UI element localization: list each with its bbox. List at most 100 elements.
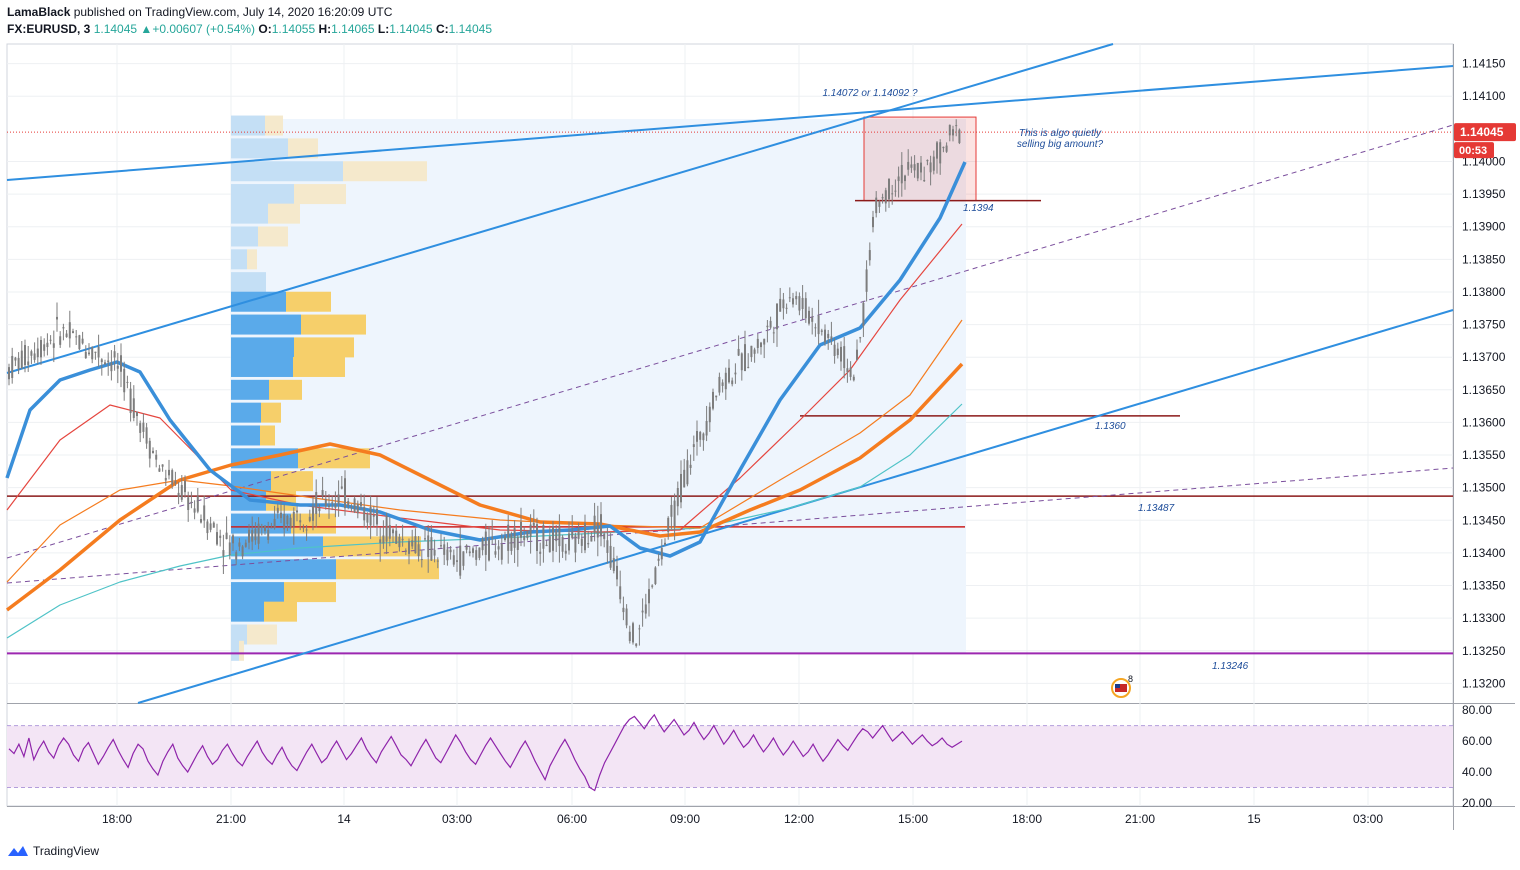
candle-body — [849, 367, 852, 377]
candle-body — [817, 315, 820, 335]
candle-body — [411, 540, 414, 547]
candle-body — [248, 529, 250, 543]
candle-body — [299, 520, 302, 523]
volume-profile-bar-sell — [269, 379, 302, 400]
candle-body — [110, 362, 113, 372]
candle-body — [910, 164, 913, 168]
label-1.13487: 1.13487 — [1138, 503, 1175, 514]
tradingview-brand[interactable]: TradingView — [7, 844, 99, 858]
candle-body — [472, 548, 474, 553]
candle-body — [171, 470, 174, 485]
volume-profile-bar-buy — [231, 582, 284, 603]
candle-body — [561, 536, 564, 552]
candle-body — [756, 338, 759, 348]
price-tick: 1.14150 — [1462, 57, 1506, 71]
candle-body — [510, 533, 513, 551]
candle-body — [939, 142, 942, 164]
candle-body — [948, 124, 951, 136]
candle-body — [100, 359, 103, 363]
candle-body — [273, 518, 276, 529]
price-tick: 1.13250 — [1462, 644, 1506, 658]
rsi-tick: 40.00 — [1462, 765, 1492, 779]
candle-body — [24, 345, 26, 366]
candle-body — [654, 567, 657, 585]
candle-body — [779, 298, 782, 312]
candle-body — [808, 310, 810, 324]
candle-body — [340, 486, 343, 489]
candle-body — [868, 250, 871, 261]
candle-body — [430, 537, 433, 561]
annotation-algo-line1: This is algo quietly — [1019, 128, 1102, 139]
candle-body — [235, 552, 238, 560]
candle-body — [718, 376, 721, 393]
candle-body — [491, 536, 494, 539]
candle-body — [516, 536, 519, 550]
volume-profile-bar-sell — [261, 402, 281, 423]
candle-body — [520, 521, 522, 538]
time-tick: 14 — [337, 812, 351, 826]
candle-body — [289, 517, 292, 529]
candle-body — [254, 528, 257, 541]
candle-body — [449, 549, 452, 553]
candle-body — [129, 388, 132, 414]
price-tick: 1.13950 — [1462, 187, 1506, 201]
candle-body — [942, 146, 945, 149]
candle-body — [196, 496, 199, 512]
candle-body — [462, 551, 465, 566]
candle-body — [276, 507, 279, 513]
candle-body — [414, 536, 417, 554]
volume-profile-bar-buy — [231, 249, 247, 270]
candle-body — [737, 348, 740, 356]
candle-body — [833, 344, 836, 356]
candle-body — [84, 351, 87, 359]
candle-body — [536, 524, 538, 552]
candle-body — [497, 546, 500, 550]
candle-body — [513, 528, 516, 548]
candle-body — [558, 525, 561, 547]
candle-body — [830, 336, 833, 340]
event-count: 8 — [1128, 674, 1133, 684]
volume-profile-bar-sell — [258, 226, 288, 247]
candle-body — [398, 536, 401, 548]
rsi-tick: 60.00 — [1462, 734, 1492, 748]
candle-body — [337, 494, 340, 504]
time-tick: 15 — [1247, 812, 1261, 826]
candle-body — [795, 296, 798, 300]
candle-body — [913, 164, 916, 171]
candle-body — [782, 299, 785, 309]
candle-body — [715, 395, 718, 398]
candle-body — [865, 269, 868, 292]
candle-body — [267, 529, 270, 540]
volume-profile-bar-sell — [343, 161, 427, 182]
volume-profile-bar-sell — [293, 356, 345, 377]
candle-body — [539, 551, 542, 554]
candle-body — [638, 628, 641, 630]
candle-body — [270, 527, 273, 529]
candle-body — [897, 176, 900, 182]
price-tick: 1.14100 — [1462, 89, 1506, 103]
candle-body — [152, 450, 154, 454]
candle-body — [952, 129, 954, 136]
candle-body — [65, 333, 68, 338]
candle-body — [408, 540, 410, 554]
candle-body — [696, 430, 698, 442]
candle-body — [436, 560, 439, 562]
volume-profile-bar-sell — [247, 249, 257, 270]
candle-body — [529, 524, 532, 537]
candle-body — [456, 560, 458, 562]
candle-body — [587, 543, 590, 545]
candle-body — [344, 478, 346, 509]
candle-body — [609, 545, 612, 568]
price-tick: 1.13200 — [1462, 676, 1506, 690]
candle-body — [305, 529, 308, 531]
candle-body — [36, 348, 39, 358]
price-chart[interactable]: 18:00 21:00 14 03:00 06:00 09:00 12:00 15:00 18:… — [0, 0, 1520, 870]
candle-body — [616, 565, 618, 580]
candle-body — [68, 322, 71, 339]
price-tick: 1.13750 — [1462, 318, 1506, 332]
candle-body — [372, 514, 375, 517]
candle-body — [552, 526, 554, 551]
candle-body — [427, 535, 430, 557]
candle-body — [753, 349, 756, 354]
candle-body — [145, 427, 148, 444]
